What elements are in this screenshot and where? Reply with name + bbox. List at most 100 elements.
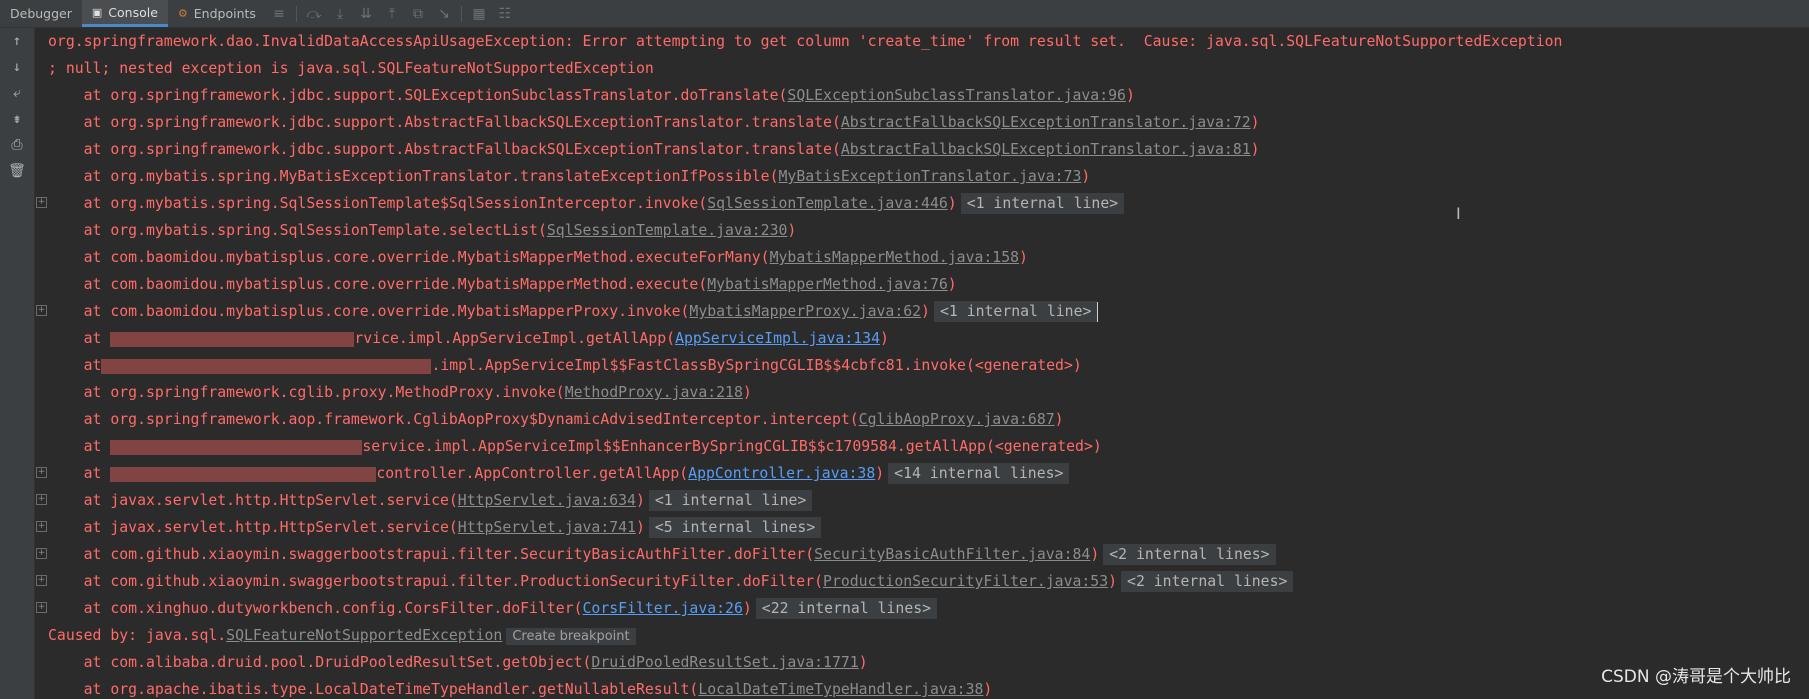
- frame-text: at org.apache.ibatis.type.LocalDateTimeT…: [48, 681, 699, 698]
- frame-text: controller.AppController.getAllApp(: [376, 465, 689, 482]
- evaluate-icon[interactable]: ▦: [466, 0, 492, 27]
- frame-text: at org.springframework.aop.framework.Cgl…: [48, 411, 859, 428]
- expand-fold-icon[interactable]: +: [36, 521, 47, 532]
- source-link[interactable]: MybatisMapperProxy.java:62: [689, 303, 921, 320]
- menu-icon[interactable]: ≡: [266, 0, 292, 27]
- watermark: CSDN @涛哥是个大帅比: [1601, 667, 1791, 687]
- source-link[interactable]: HttpServlet.java:634: [458, 492, 636, 509]
- up-arrow-icon[interactable]: ↑: [0, 28, 34, 54]
- frame-text: .impl.AppServiceImpl$$FastClassBySpringC…: [431, 357, 1082, 374]
- internal-lines-fold[interactable]: <2 internal lines>: [1121, 571, 1294, 592]
- tab-endpoints[interactable]: ⚙ Endpoints: [168, 0, 266, 27]
- console-output[interactable]: org.springframework.dao.InvalidDataAcces…: [35, 28, 1809, 699]
- stack-frame: at org.springframework.jdbc.support.Abst…: [48, 136, 1260, 163]
- source-link[interactable]: SecurityBasicAuthFilter.java:84: [814, 546, 1090, 563]
- source-link[interactable]: MethodProxy.java:218: [565, 384, 743, 401]
- source-link[interactable]: DruidPooledResultSet.java:1771: [591, 654, 858, 671]
- source-link[interactable]: LocalDateTimeTypeHandler.java:38: [698, 681, 983, 698]
- frame-text: ): [1250, 114, 1260, 131]
- drop-frame-icon[interactable]: ⧉: [405, 0, 431, 27]
- soft-wrap-icon[interactable]: ⤶: [0, 80, 34, 106]
- force-step-into-icon[interactable]: ⇊: [353, 0, 379, 27]
- text-cursor-icon: I: [1456, 204, 1461, 223]
- source-link[interactable]: CorsFilter.java:26: [583, 600, 743, 617]
- internal-lines-fold[interactable]: <1 internal line>: [933, 301, 1098, 322]
- frame-text: ): [1090, 546, 1100, 563]
- tab-debugger[interactable]: Debugger: [0, 0, 82, 27]
- frame-text: at: [48, 357, 102, 374]
- create-breakpoint-link[interactable]: Create breakpoint: [506, 628, 636, 645]
- source-link[interactable]: ProductionSecurityFilter.java:53: [823, 573, 1108, 590]
- internal-lines-fold[interactable]: <2 internal lines>: [1103, 544, 1276, 565]
- stack-frame: + at org.mybatis.spring.SqlSessionTempla…: [36, 190, 1125, 217]
- trace-icon[interactable]: ☷: [492, 0, 518, 27]
- source-link[interactable]: CglibAopProxy.java:687: [859, 411, 1055, 428]
- stack-frame: at com.alibaba.druid.pool.DruidPooledRes…: [48, 649, 868, 676]
- run-to-cursor-icon[interactable]: ↘: [431, 0, 457, 27]
- expand-fold-icon[interactable]: +: [36, 575, 47, 586]
- tab-console[interactable]: ▣ Console: [81, 0, 168, 27]
- stack-frame: + at com.github.xiaoymin.swaggerbootstra…: [36, 568, 1294, 595]
- expand-fold-icon[interactable]: +: [36, 467, 47, 478]
- trash-icon[interactable]: 🗑: [0, 158, 34, 184]
- frame-text: ): [742, 384, 752, 401]
- frame-text: at com.github.xiaoymin.swaggerbootstrapu…: [48, 573, 824, 590]
- frame-text: ): [787, 222, 797, 239]
- step-out-icon[interactable]: ⤒: [379, 0, 405, 27]
- frame-text: at: [48, 438, 111, 455]
- expand-fold-icon[interactable]: +: [36, 548, 47, 559]
- source-link[interactable]: MyBatisExceptionTranslator.java:73: [779, 168, 1082, 185]
- frame-text: at org.springframework.jdbc.support.Abst…: [48, 114, 841, 131]
- stack-frame: at rvice.impl.AppServiceImpl.getAllApp(A…: [48, 325, 889, 352]
- stack-frame: + at controller.AppController.getAllApp(…: [36, 460, 1070, 487]
- stack-frame: at service.impl.AppServiceImpl$$Enhancer…: [48, 433, 1102, 460]
- source-link[interactable]: SqlSessionTemplate.java:446: [707, 195, 948, 212]
- source-link[interactable]: AppController.java:38: [688, 465, 875, 482]
- endpoints-icon: ⚙: [177, 7, 188, 20]
- stack-frame: + at com.baomidou.mybatisplus.core.overr…: [36, 298, 1099, 325]
- caused-by-text: Caused by: java.sql.: [48, 627, 227, 644]
- expand-fold-icon[interactable]: +: [36, 494, 47, 505]
- internal-lines-fold[interactable]: <1 internal line>: [648, 490, 813, 511]
- source-link[interactable]: SqlSessionTemplate.java:230: [547, 222, 788, 239]
- source-link[interactable]: AbstractFallbackSQLExceptionTranslator.j…: [841, 114, 1251, 131]
- stack-frame: at org.mybatis.spring.MyBatisExceptionTr…: [48, 163, 1091, 190]
- source-link[interactable]: SQLExceptionSubclassTranslator.java:96: [787, 87, 1126, 104]
- frame-text: at org.mybatis.spring.MyBatisExceptionTr…: [48, 168, 779, 185]
- step-into-icon[interactable]: ⤓: [327, 0, 353, 27]
- source-link[interactable]: MybatisMapperMethod.java:158: [770, 249, 1019, 266]
- scroll-to-end-icon[interactable]: ⇟: [0, 106, 34, 132]
- internal-lines-fold[interactable]: <1 internal line>: [960, 193, 1125, 214]
- source-link[interactable]: AppServiceImpl.java:134: [675, 330, 880, 347]
- internal-lines-fold[interactable]: <22 internal lines>: [755, 598, 938, 619]
- source-link[interactable]: AbstractFallbackSQLExceptionTranslator.j…: [841, 141, 1251, 158]
- frame-text: ): [1250, 141, 1260, 158]
- stack-frame: + at com.github.xiaoymin.swaggerbootstra…: [36, 541, 1276, 568]
- source-link[interactable]: MybatisMapperMethod.java:76: [707, 276, 948, 293]
- frame-text: ): [1125, 87, 1135, 104]
- frame-text: at: [48, 465, 111, 482]
- redacted-block: [101, 358, 432, 374]
- tab-debugger-label: Debugger: [10, 6, 72, 21]
- exception-class-link[interactable]: SQLFeatureNotSupportedException: [226, 627, 502, 644]
- expand-fold-icon[interactable]: +: [36, 305, 47, 316]
- down-arrow-icon[interactable]: ↓: [0, 54, 34, 80]
- exception-text: org.springframework.dao.InvalidDataAcces…: [48, 33, 1563, 50]
- expand-fold-icon[interactable]: +: [36, 197, 47, 208]
- frame-text: ): [921, 303, 930, 320]
- frame-text: ): [875, 465, 885, 482]
- expand-fold-icon[interactable]: +: [36, 602, 47, 613]
- frame-text: ): [947, 195, 957, 212]
- frame-text: ): [1108, 573, 1118, 590]
- frame-text: at com.baomidou.mybatisplus.core.overrid…: [48, 249, 770, 266]
- stack-frame: at org.springframework.jdbc.support.Abst…: [48, 109, 1260, 136]
- source-link[interactable]: HttpServlet.java:741: [458, 519, 636, 536]
- print-icon[interactable]: ⎙: [0, 132, 34, 158]
- internal-lines-fold[interactable]: <5 internal lines>: [648, 517, 822, 538]
- frame-text: at org.mybatis.spring.SqlSessionTemplate…: [48, 222, 547, 239]
- stack-frame: at org.springframework.cglib.proxy.Metho…: [48, 379, 752, 406]
- console-icon: ▣: [91, 5, 103, 19]
- step-over-icon[interactable]: ⤼: [301, 0, 327, 27]
- internal-lines-fold[interactable]: <14 internal lines>: [888, 463, 1070, 484]
- frame-text: rvice.impl.AppServiceImpl.getAllApp(: [354, 330, 676, 347]
